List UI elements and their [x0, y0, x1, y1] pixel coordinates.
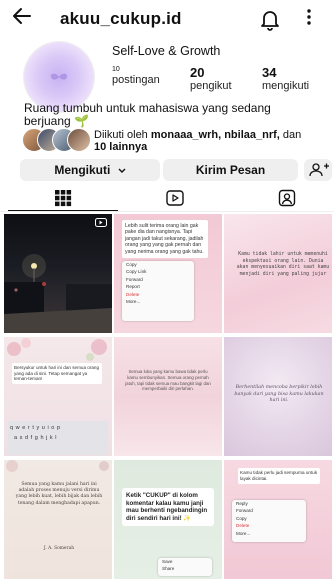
tab-tagged[interactable] [232, 185, 334, 211]
menu-delete: Delete [236, 523, 250, 529]
following-button[interactable]: Mengikuti [20, 159, 160, 181]
post-8-menu: Save Share [158, 558, 212, 576]
top-bar: akuu_cukup.id [0, 0, 334, 38]
following-button-label: Mengikuti [54, 163, 111, 177]
grid-icon [54, 189, 72, 207]
send-message-button[interactable]: Kirim Pesan [163, 159, 298, 181]
menu-copy: Copy [236, 515, 247, 521]
post-7-quote: Semua yang kamu jalani hari ini adalah p… [15, 482, 103, 506]
profile-tabs [0, 185, 334, 212]
stat-following-label: mengikuti [262, 80, 310, 92]
followed-by-prefix: Diikuti oleh [94, 129, 151, 141]
post-9-context-menu: Reply Forward Copy Delete More... [232, 500, 306, 542]
profile-bio: Ruang tumbuh untuk mahasiswa yang sedang… [24, 102, 324, 128]
stat-followers[interactable]: 20 pengikut [190, 66, 232, 93]
post-2-caption: Lebih sulit terima orang lain gak pake d… [122, 220, 208, 259]
post-2[interactable]: Lebih sulit terima orang lain gak pake d… [114, 214, 222, 333]
send-message-label: Kirim Pesan [195, 163, 266, 177]
menu-report: Report [126, 284, 140, 290]
post-5[interactable]: Semua luka yang kamu bawa tidak perlu ka… [114, 337, 222, 456]
tagged-person-icon [278, 189, 296, 207]
avatar-butterfly-icon [48, 72, 70, 82]
menu-delete: Delete [126, 291, 140, 297]
post-7-floral-decoration [6, 460, 109, 472]
post-3[interactable]: Kamu tidak lahir untuk memenuhi ekspekta… [224, 214, 332, 333]
post-7[interactable]: Semua yang kamu jalani hari ini adalah p… [4, 460, 112, 579]
add-user-button[interactable] [304, 159, 332, 181]
menu-share: Share [162, 566, 175, 572]
post-6-quote: Berhentilah mencoba berpikir lebih banya… [234, 385, 324, 404]
more-options-icon[interactable] [306, 8, 312, 30]
bell-icon[interactable] [260, 9, 282, 31]
menu-copy: Copy [126, 262, 137, 267]
post-3-quote: Kamu tidak lahir untuk memenuhi ekspekta… [236, 252, 330, 277]
stat-posts[interactable]: 10 postingan [112, 66, 160, 87]
posts-grid: Lebih sulit terima orang lain gak pake d… [4, 214, 332, 579]
followed-by-more: 10 lainnya [94, 141, 148, 153]
menu-forward: Forward [236, 508, 253, 514]
stat-posts-value: 10 [112, 66, 120, 73]
post-4[interactable]: Bersyukur untuk hari ini dan semua orang… [4, 337, 112, 456]
back-arrow-icon[interactable] [12, 6, 32, 31]
profile-username: akuu_cukup.id [60, 9, 182, 28]
post-8-caption: Ketik "CUKUP" di kolom komentar kalau ka… [122, 488, 214, 527]
menu-forward: Forward [126, 276, 143, 282]
post-4-chat-bubble: Bersyukur untuk hari ini dan semua orang… [12, 363, 102, 384]
menu-more: More... [236, 530, 251, 536]
video-post-icon [95, 218, 107, 227]
tab-posts-grid[interactable] [8, 185, 118, 211]
menu-save: Save [162, 559, 173, 564]
followed-by-mid: dan [279, 129, 302, 141]
mutual-followers[interactable]: Diikuti oleh monaaa_wrh, nbilaa_nrf, dan… [22, 126, 334, 156]
menu-copy-link: Copy Link [126, 269, 147, 275]
stat-followers-value: 20 [190, 65, 205, 80]
post-9-chat-bubble: Kamu tidak perlu jadi sempurna untuk lay… [238, 468, 320, 484]
followed-by-names: monaaa_wrh, nbilaa_nrf, [150, 129, 280, 141]
post-8[interactable]: Ketik "CUKUP" di kolom komentar kalau ka… [114, 460, 222, 579]
post-6[interactable]: Berhentilah mencoba berpikir lebih banya… [224, 337, 332, 456]
mutual-avatar-4 [67, 128, 91, 152]
post-1[interactable] [4, 214, 112, 333]
post-1-street-scene [4, 254, 112, 333]
stat-following-value: 34 [262, 65, 277, 80]
tab-reels[interactable] [120, 185, 230, 211]
post-2-context-menu: Copy Copy Link Forward Report Delete Mor… [122, 261, 194, 321]
keyboard-row-2: asdfghjkl [14, 435, 60, 441]
chevron-down-icon [118, 168, 126, 173]
post-5-quote: Semua luka yang kamu bawa tidak perlu ka… [125, 369, 211, 392]
post-4-keyboard: qwertyuiop asdfghjkl [8, 421, 108, 455]
profile-display-name: Self-Love & Growth [112, 44, 221, 58]
menu-reply: Reply [236, 501, 248, 506]
add-person-icon [309, 163, 329, 177]
followed-by-text: Diikuti oleh monaaa_wrh, nbilaa_nrf, dan… [94, 129, 334, 153]
stat-following[interactable]: 34 mengikuti [262, 66, 309, 93]
stat-posts-label: postingan [112, 74, 160, 86]
menu-more: More... [126, 299, 141, 305]
reels-play-icon [166, 189, 184, 207]
keyboard-row-1: qwertyuiop [10, 425, 63, 431]
post-7-author: J. A. Somerah [43, 546, 75, 551]
stat-followers-label: pengikut [190, 80, 232, 92]
post-9[interactable]: Kamu tidak perlu jadi sempurna untuk lay… [224, 460, 332, 579]
